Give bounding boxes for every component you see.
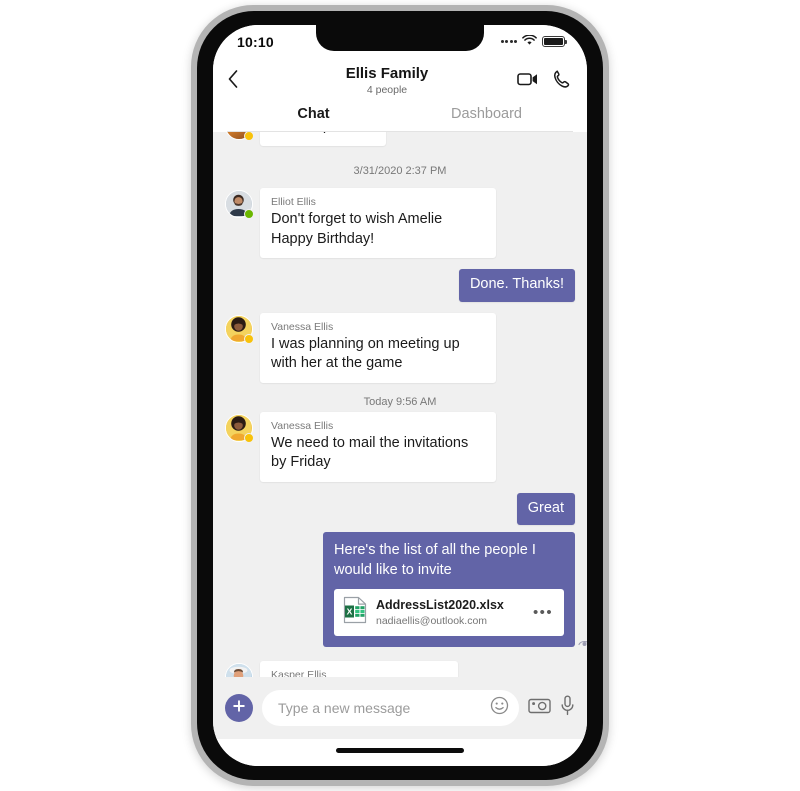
message-bubble[interactable]: Elliot Ellis Don't forget to wish Amelie… — [260, 188, 496, 258]
back-chevron-icon — [227, 69, 239, 94]
participant-count: 4 people — [366, 84, 408, 96]
message-row-outgoing-attachment[interactable]: Here's the list of all the people I woul… — [225, 532, 587, 647]
message-row-clipped[interactable]: Yes, no problem — [225, 132, 575, 146]
message-text: We need to mail the invitations by Frida… — [271, 434, 469, 471]
video-camera-icon — [517, 71, 539, 92]
more-options-icon[interactable]: ••• — [530, 604, 556, 621]
presence-badge — [244, 132, 254, 141]
camera-button[interactable] — [528, 697, 551, 720]
avatar[interactable] — [225, 132, 254, 141]
avatar[interactable] — [225, 663, 253, 677]
avatar[interactable] — [225, 413, 254, 443]
microphone-button[interactable] — [560, 695, 575, 721]
chat-header-actions — [517, 69, 573, 94]
clipped-message-container: Yes, no problem — [225, 132, 575, 152]
battery-icon — [542, 36, 567, 47]
message-text: Done. Thanks! — [469, 276, 564, 292]
message-bubble[interactable]: Vanessa Ellis I was planning on meeting … — [260, 312, 496, 383]
header-divider — [227, 131, 573, 132]
signal-dots-icon — [500, 40, 517, 43]
message-row-outgoing[interactable]: Great — [225, 492, 575, 525]
message-input-container[interactable] — [262, 690, 519, 726]
phone-screen: 10:10 Ellis Family 4 people Chat Dashboa… — [213, 25, 587, 766]
avatar-image — [225, 663, 253, 677]
presence-badge — [244, 432, 254, 443]
presence-badge — [244, 209, 254, 219]
message-bubble[interactable]: Vanessa Ellis We need to mail the invita… — [260, 411, 496, 482]
back-button[interactable] — [227, 69, 257, 94]
message-text: Don't forget to wish Amelie Happy Birthd… — [271, 211, 443, 247]
message-row[interactable]: Vanessa Ellis We need to mail the invita… — [225, 411, 575, 482]
plus-icon — [232, 699, 246, 718]
chat-header-row: Ellis Family 4 people — [227, 62, 573, 100]
message-row[interactable]: Vanessa Ellis I was planning on meeting … — [225, 312, 575, 383]
phone-body: 10:10 Ellis Family 4 people Chat Dashboa… — [197, 11, 603, 780]
file-name: AddressList2020.xlsx — [376, 598, 504, 612]
message-sender: Elliot Ellis — [271, 196, 316, 208]
message-row[interactable]: Elliot Ellis Don't forget to wish Amelie… — [225, 188, 575, 258]
phone-bezel: 10:10 Ellis Family 4 people Chat Dashboa… — [191, 5, 609, 786]
file-attachment-card[interactable]: X AddressList2020.xlsx nadiaellis@outloo… — [334, 589, 564, 636]
chat-header: Ellis Family 4 people Chat Dashboard — [213, 58, 587, 132]
phone-notch — [316, 25, 484, 51]
phone-handset-icon — [553, 69, 571, 94]
page-title: Ellis Family — [345, 65, 429, 82]
emoji-button[interactable] — [486, 696, 509, 720]
chat-header-titles: Ellis Family 4 people — [257, 65, 517, 97]
tab-dashboard-label: Dashboard — [451, 106, 522, 122]
message-list[interactable]: Yes, no problem 3/31/2020 2:37 PM — [213, 132, 587, 677]
screenshot-canvas: 10:10 Ellis Family 4 people Chat Dashboa… — [0, 0, 800, 791]
message-sender: Vanessa Ellis — [271, 419, 334, 432]
seen-eye-icon — [578, 636, 587, 649]
presence-badge — [244, 333, 254, 344]
status-bar-indicators — [500, 33, 567, 51]
svg-text:X: X — [347, 606, 353, 616]
message-text: Here's the list of all the people I woul… — [334, 542, 536, 578]
message-sender: Kasper Ellis — [271, 669, 327, 677]
message-text: Yes, no problem — [271, 132, 375, 137]
message-input[interactable] — [278, 700, 486, 716]
timestamp-divider: Today 9:56 AM — [363, 395, 437, 408]
message-row[interactable]: Kasper Ellis Hi mom, what is for dinner? — [225, 661, 575, 677]
file-owner: nadiaellis@outlook.com — [376, 615, 488, 627]
video-call-button[interactable] — [517, 71, 539, 92]
message-bubble-outgoing[interactable]: Done. Thanks! — [458, 269, 575, 302]
avatar[interactable] — [225, 314, 254, 344]
file-meta: AddressList2020.xlsx nadiaellis@outlook.… — [376, 597, 521, 628]
message-sender: Vanessa Ellis — [271, 320, 334, 333]
home-indicator[interactable] — [336, 748, 464, 753]
message-bubble[interactable]: Yes, no problem — [260, 132, 387, 146]
tab-dashboard[interactable]: Dashboard — [400, 106, 573, 131]
compose-bar — [213, 677, 587, 739]
avatar[interactable] — [225, 190, 254, 219]
tab-chat[interactable]: Chat — [227, 106, 400, 131]
add-attachment-button[interactable] — [225, 694, 253, 722]
microphone-icon — [560, 695, 575, 721]
status-bar-time: 10:10 — [237, 33, 274, 50]
chat-tabs: Chat Dashboard — [227, 106, 573, 131]
message-bubble-outgoing[interactable]: Great — [516, 492, 575, 525]
camera-icon — [528, 697, 551, 720]
timestamp-divider: 3/31/2020 2:37 PM — [353, 165, 447, 177]
message-text: I was planning on meeting up with her at… — [271, 335, 460, 372]
excel-file-icon: X — [343, 596, 367, 629]
wifi-icon — [522, 33, 537, 51]
smiley-icon — [490, 696, 509, 720]
audio-call-button[interactable] — [553, 69, 571, 94]
message-row-outgoing[interactable]: Done. Thanks! — [225, 269, 575, 302]
home-indicator-area — [213, 739, 587, 766]
message-bubble-attachment[interactable]: Here's the list of all the people I woul… — [323, 532, 587, 647]
message-text: Great — [527, 499, 564, 516]
message-bubble[interactable]: Kasper Ellis Hi mom, what is for dinner? — [260, 661, 459, 677]
tab-chat-label: Chat — [297, 106, 330, 122]
